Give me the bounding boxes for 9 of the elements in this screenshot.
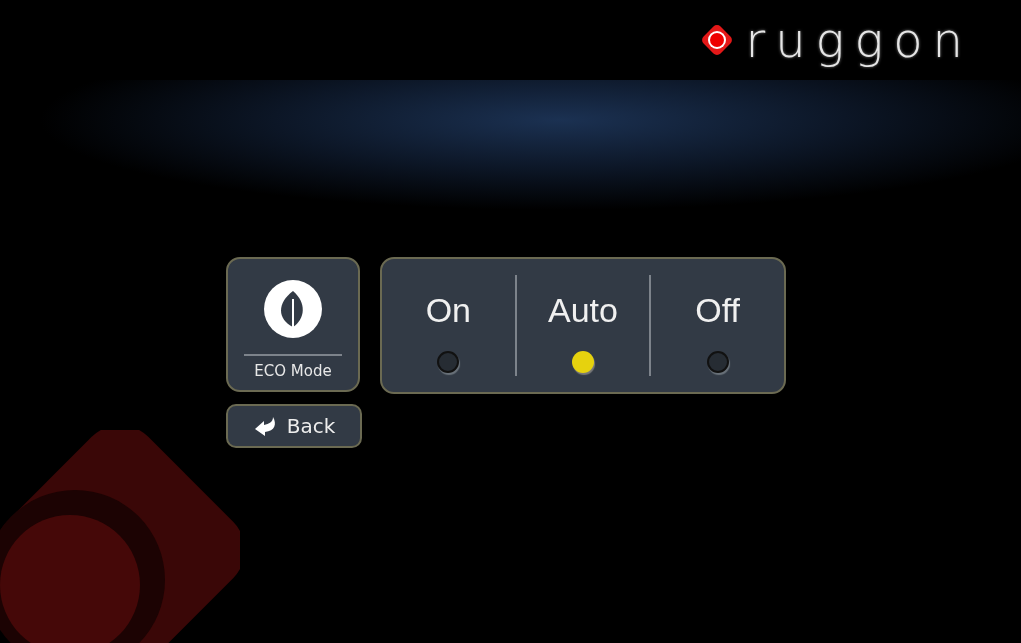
back-button[interactable]: Back bbox=[226, 404, 362, 448]
mode-option[interactable]: Auto bbox=[516, 275, 650, 376]
mode-option[interactable]: On bbox=[382, 275, 515, 376]
radio-button[interactable] bbox=[572, 351, 594, 373]
radio-button[interactable] bbox=[437, 351, 460, 373]
tile-label: ECO Mode bbox=[254, 362, 332, 380]
mode-option[interactable]: Off bbox=[651, 275, 784, 376]
leaf-icon bbox=[263, 279, 323, 339]
radio-button[interactable] bbox=[706, 351, 729, 373]
